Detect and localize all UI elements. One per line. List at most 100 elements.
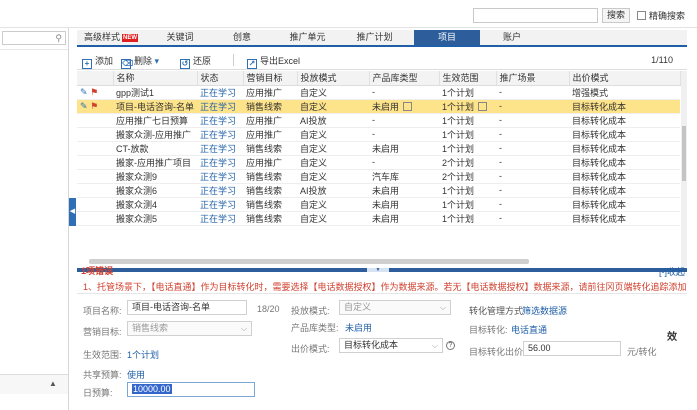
header-bid[interactable]: 出价模式 xyxy=(569,71,681,86)
edit-icon[interactable] xyxy=(478,101,488,111)
header-actions xyxy=(77,71,114,86)
scope-link[interactable]: 1个计划 xyxy=(127,348,159,361)
help-icon[interactable]: ? xyxy=(446,341,455,350)
table-row[interactable]: ✎ ⚑ gpp测试1 正在学习 应用推广 自定义 -1个计划 - 增强模式 xyxy=(77,85,680,100)
cell-scope: 1个计划 xyxy=(439,183,496,198)
cell-text: 应用推广 xyxy=(246,129,283,140)
tab-project[interactable]: 项目 xyxy=(414,30,480,45)
cell-name: 应用推广七日预算 xyxy=(113,113,197,128)
table-row[interactable]: 搬家众测9 正在学习 销售线索 自定义 汽车库 2个计划 - 目标转化成本 xyxy=(77,169,680,184)
tab-label: 高级样式 xyxy=(83,32,120,42)
table-row[interactable]: 搬家-应用推广项目 正在学习 应用推广 自定义 - 2个计划 - 目标转化成本 xyxy=(77,155,680,170)
row-actions: ✎ ⚑ xyxy=(77,85,113,100)
shared-budget-link[interactable]: 使用 xyxy=(127,368,145,381)
table-row[interactable]: 搬家众测6 正在学习 销售线索 AI投放 未启用 1个计划 - 目标转化成本 xyxy=(77,183,680,198)
cell-mode: 自定义 xyxy=(297,197,369,212)
chevron-down-icon[interactable]: ▼ xyxy=(367,268,389,273)
tab-creative[interactable]: 创意 xyxy=(222,30,262,45)
mode-select[interactable]: 自定义 ⌵ xyxy=(339,300,451,315)
tab-ad-unit[interactable]: 推广单元 xyxy=(280,30,335,45)
cell-status: 正在学习 xyxy=(197,99,243,114)
flag-icon[interactable]: ⚑ xyxy=(90,87,98,97)
header-scene[interactable]: 推广场景 xyxy=(496,71,570,86)
table-row[interactable]: 搬家众测-应用推广 正在学习 应用推广 自定义 - 1个计划 - 目标转化成本 xyxy=(77,127,680,142)
cell-lib: 未启用 xyxy=(369,183,439,198)
scroll-thumb[interactable] xyxy=(682,126,686,181)
vertical-scrollbar[interactable] xyxy=(681,71,687,267)
cell-text: 搬家-应用推广项目 xyxy=(116,157,191,168)
tab-campaign[interactable]: 推广计划 xyxy=(347,30,402,45)
cell-text: 正在学习 xyxy=(200,143,237,154)
panel-splitter[interactable]: ▼ xyxy=(77,268,687,273)
left-panel: ⚲ ▲ xyxy=(0,28,69,410)
panel-collapse-toggle[interactable]: ◀ xyxy=(69,198,76,226)
divider xyxy=(77,293,687,294)
restore-button[interactable]: ↺ 还原 xyxy=(180,54,211,69)
add-button[interactable]: + 添加 xyxy=(82,54,113,69)
cell-status: 正在学习 xyxy=(197,141,243,156)
header-scope[interactable]: 生效范围 xyxy=(439,71,497,86)
bid-mode-label: 出价模式: xyxy=(291,344,330,354)
table-row[interactable]: 搬家众测4 正在学习 销售线索 自定义 未启用 1个计划 - 目标转化成本 xyxy=(77,197,680,212)
header-name[interactable]: 名称 xyxy=(113,71,198,86)
exact-search-checkbox[interactable] xyxy=(637,11,646,20)
edit-pencil-icon[interactable]: ✎ xyxy=(80,87,88,97)
cell-scope: 1个计划 xyxy=(439,127,496,142)
bid-mode-select[interactable]: 目标转化成本 ⌵ xyxy=(339,338,443,353)
conversion-bid-unit: 元/转化 xyxy=(627,347,657,357)
cell-scope: 2个计划 xyxy=(439,169,496,184)
cell-text: - xyxy=(372,87,375,97)
search-icon[interactable]: ⚲ xyxy=(55,33,62,44)
collapse-link[interactable]: [-]收起 xyxy=(659,265,685,278)
export-excel-button[interactable]: ↗ 导出Excel xyxy=(247,54,300,69)
cell-text: 自定义 xyxy=(300,157,328,168)
table-header: 名称 状态 营销目标 投放模式 产品库类型 生效范围 推广场景 出价模式 xyxy=(77,71,681,86)
cell-lib: 未启用 xyxy=(369,141,439,156)
conversion-method-link[interactable]: 筛选数据源 xyxy=(522,304,567,317)
conversion-bid-input[interactable]: 56.00 xyxy=(523,341,621,356)
row-actions xyxy=(77,183,113,198)
arrow-up-icon[interactable]: ▲ xyxy=(49,379,57,388)
daily-budget-value: 10000.00 xyxy=(132,384,172,394)
delete-button[interactable]: ⌫删除 ▾ xyxy=(121,54,160,69)
header-mode[interactable]: 投放模式 xyxy=(297,71,370,86)
new-badge: NEW xyxy=(122,34,138,42)
shared-budget-label: 共享预算: xyxy=(83,370,122,380)
cell-goal: 销售线索 xyxy=(243,169,297,184)
tab-advanced-style[interactable]: 高级样式 NEW xyxy=(81,30,141,45)
cell-text: 1个计划 xyxy=(442,213,475,224)
table-row[interactable]: 搬家众测5 正在学习 销售线索 自定义 未启用 1个计划 - 目标转化成本 xyxy=(77,211,680,226)
cell-text: 应用推广七日预算 xyxy=(116,115,189,126)
edit-pencil-icon[interactable]: ✎ xyxy=(80,101,88,111)
cell-mode: 自定义 xyxy=(297,85,369,100)
export-icon: ↗ xyxy=(247,59,257,69)
search-button[interactable]: 搜索 xyxy=(602,8,630,23)
cell-bid: 目标转化成本 xyxy=(569,127,680,142)
tab-keywords[interactable]: 关键词 xyxy=(155,30,205,45)
daily-budget-input[interactable]: 10000.00 xyxy=(127,382,255,397)
header-lib[interactable]: 产品库类型 xyxy=(369,71,440,86)
goal-select[interactable]: 销售线索 ⌵ xyxy=(127,321,252,336)
cell-scene: - xyxy=(496,197,569,212)
toolbar-divider xyxy=(233,54,234,66)
tree-search-input[interactable]: ⚲ xyxy=(2,31,66,45)
tab-account[interactable]: 账户 xyxy=(492,30,532,45)
cell-name: 搬家众测9 xyxy=(113,169,197,184)
flag-icon[interactable]: ⚑ xyxy=(90,101,98,111)
header-status[interactable]: 状态 xyxy=(197,71,244,86)
table-row[interactable]: CT-放款 正在学习 销售线索 自定义 未启用 1个计划 - 目标转化成本 xyxy=(77,141,680,156)
edit-icon[interactable] xyxy=(403,101,413,111)
plus-icon: + xyxy=(82,59,92,69)
header-goal[interactable]: 营销目标 xyxy=(243,71,298,86)
cell-scene: - xyxy=(496,141,569,156)
global-search-input[interactable] xyxy=(473,8,598,23)
project-name-input[interactable]: 项目-电话咨询-名单 xyxy=(127,300,247,315)
horizontal-scrollbar[interactable] xyxy=(89,259,529,264)
cell-status: 正在学习 xyxy=(197,183,243,198)
table-row[interactable]: ✎ ⚑ 项目-电话咨询-名单 正在学习 销售线索 自定义 未启用 1个计划 - 目标转化成本 xyxy=(77,99,680,114)
chevron-down-icon[interactable]: ▾ xyxy=(155,56,160,66)
conversion-target-link[interactable]: 电话直通 xyxy=(511,323,547,336)
cell-status: 正在学习 xyxy=(197,113,243,128)
cell-text: 自定义 xyxy=(300,199,328,210)
table-row[interactable]: 应用推广七日预算 正在学习 应用推广 AI投放 - 1个计划 - 目标转化成本 xyxy=(77,113,680,128)
